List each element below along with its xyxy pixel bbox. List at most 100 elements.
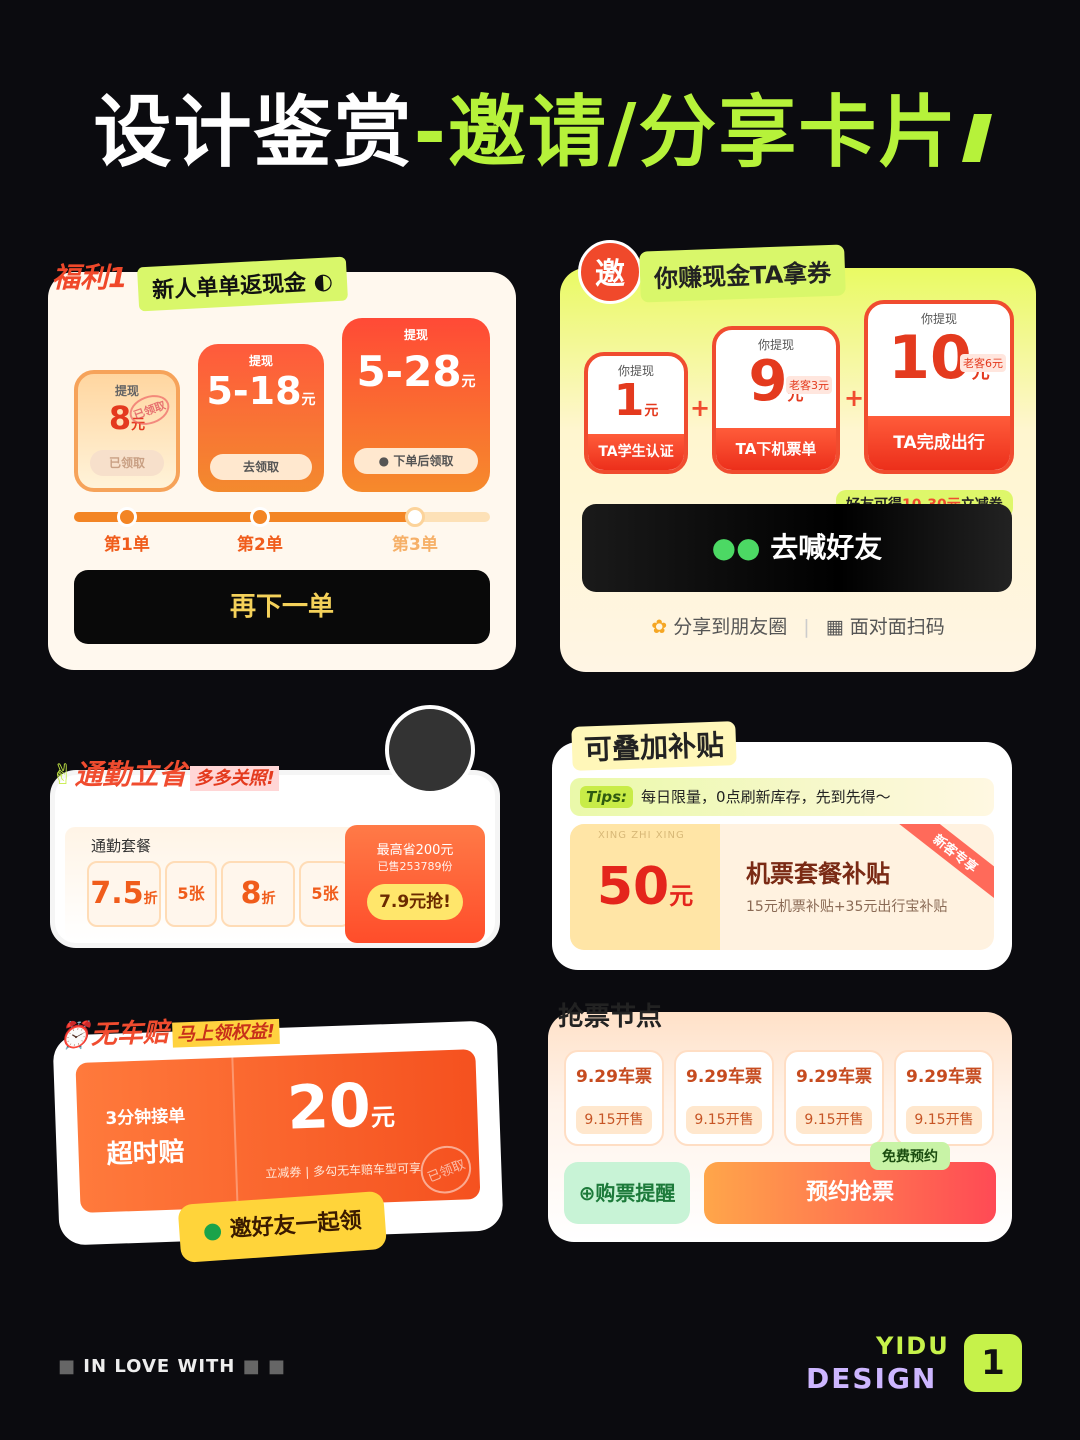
- remind-button[interactable]: ⊕购票提醒: [564, 1162, 690, 1224]
- wechat-icon: ●●: [711, 531, 761, 564]
- subsidy-card: 可叠加补贴 Tips: 每日限量，0点刷新库存，先到先得～ 50元 XING ZH…: [552, 721, 1012, 970]
- remind-label: 购票提醒: [595, 1181, 676, 1205]
- cashback-card: 福利1 新人单单返现金 ◐ 提现 8元 已领取 已领取 提现 5-18元 去领取…: [48, 256, 516, 670]
- subsidy-title: 机票套餐补贴: [746, 860, 890, 888]
- clock-icon: [250, 507, 270, 527]
- chip-3-unit: 折: [261, 891, 276, 907]
- footer-left: ■ IN LOVE WITH ■ ■: [58, 1356, 286, 1377]
- square-icon: ■: [58, 1356, 77, 1377]
- buy-button[interactable]: 7.9元抢!: [367, 884, 463, 920]
- subsidy-amount-value: 50: [596, 857, 670, 917]
- ticket-node-2[interactable]: 9.29车票 9.15开售: [674, 1050, 774, 1146]
- invite-together-label: 邀好友一起领: [228, 1208, 363, 1243]
- commute-tag: ✌通勤立省 多多关照!: [51, 753, 279, 793]
- reward-3-label: TA完成出行: [868, 416, 1010, 470]
- reward-card-3: 你提现 10元 老客6元 TA完成出行: [864, 300, 1014, 474]
- share-moments-link[interactable]: 分享到朋友圈: [673, 616, 787, 638]
- coupon-3-amount: 5-28: [356, 347, 462, 396]
- coupon-3-top: 提现: [403, 328, 428, 342]
- ticket-grab-tag: 抢票节点: [558, 1002, 663, 1032]
- no-car-amount-unit: 元: [370, 1102, 396, 1132]
- title-mark-icon: [962, 113, 993, 162]
- ticket-node-1[interactable]: 9.29车票 9.15开售: [564, 1050, 664, 1146]
- hand-icon: ✌: [51, 758, 75, 791]
- ghost-text: XING ZHI XING: [598, 830, 685, 841]
- step-1-label: 第1单: [104, 535, 150, 555]
- no-car-amount-value: 20: [285, 1070, 372, 1144]
- tips-bar: Tips: 每日限量，0点刷新库存，先到先得～: [570, 778, 994, 816]
- coupon-3-button-text: 下单后领取: [393, 454, 454, 468]
- tips-label: Tips:: [580, 786, 634, 808]
- coupon-1[interactable]: 提现 8元 已领取 已领取: [74, 370, 180, 492]
- coupon-1-amount: 8: [108, 399, 132, 437]
- sold-count: 已售253789份: [377, 860, 453, 873]
- brand-line-1: YIDU: [876, 1332, 950, 1360]
- coupon-3-button: ● 下单后领取: [354, 448, 478, 474]
- reserve-button[interactable]: 预约抢票: [704, 1162, 996, 1224]
- subsidy-desc: 15元机票补贴+35元出行宝补贴: [746, 899, 948, 915]
- step-3-dot: [405, 507, 425, 527]
- invite-card: 邀 你赚现金TA拿券 你提现 1元 TA学生认证 + 你提现 9元 老客3元 T…: [560, 240, 1036, 672]
- subsidy-tag: 可叠加补贴: [571, 721, 737, 771]
- chip-4-unit: 张: [322, 884, 339, 903]
- buy-panel[interactable]: 最高省200元 已售253789份 7.9元抢!: [345, 825, 485, 943]
- invite-tag: 你赚现金TA拿券: [639, 244, 846, 303]
- plus-icon: +: [690, 394, 711, 422]
- title-white: 设计鉴赏: [93, 88, 414, 178]
- ticket-node-4[interactable]: 9.29车票 9.15开售: [894, 1050, 994, 1146]
- discount-chip-2: 8折: [221, 861, 295, 927]
- commute-tag2: 多多关照!: [190, 766, 279, 791]
- no-car-card: ⏰无车赔 马上领权益! 3分钟接单 超时赔 20元 立减券 | 多勾无车赔车型可享…: [52, 1018, 504, 1264]
- avatar: [385, 705, 475, 795]
- progress-bar: [74, 507, 490, 527]
- claimed-stamp: 已领取: [413, 1138, 479, 1202]
- ticket-4-date: 9.29车票: [906, 1067, 982, 1087]
- page-title: 设计鉴赏-邀请/分享卡片: [0, 70, 1080, 182]
- call-friends-label: 去喊好友: [770, 531, 883, 564]
- no-car-desc: 立减券 | 多勾无车赔车型可享: [265, 1161, 422, 1181]
- left-line-2: 超时赔: [106, 1137, 186, 1170]
- no-car-amount: 20元: [286, 1070, 396, 1144]
- reward-2-amount: 9: [748, 349, 788, 414]
- reward-card-2: 你提现 9元 老客3元 TA下机票单: [712, 326, 840, 474]
- tips-text: 每日限量，0点刷新库存，先到先得～: [641, 788, 891, 806]
- step-2-label: 第2单: [237, 535, 283, 555]
- coupon-3-unit: 元: [461, 374, 476, 390]
- invite-badge: 邀: [578, 240, 642, 304]
- ticket-3-open: 9.15开售: [796, 1106, 872, 1134]
- subsidy-amount: 50元: [570, 824, 720, 950]
- coupon-2[interactable]: 提现 5-18元 去领取: [198, 344, 324, 492]
- commute-card: ✌通勤立省 多多关照! 通勤套餐 7.5折 5张 8折 5张 最高省200元 已售…: [50, 705, 500, 948]
- brand-logo-icon: 1: [964, 1334, 1022, 1392]
- ticket-1-date: 9.29车票: [576, 1067, 652, 1087]
- moments-icon[interactable]: ✿: [651, 616, 667, 638]
- count-chip-1: 5张: [165, 861, 217, 927]
- reward-2-extra: 老客3元: [786, 376, 832, 394]
- cashback-tag-text: 新人单单返现金: [151, 270, 307, 304]
- call-friends-button[interactable]: ●● 去喊好友: [582, 504, 1012, 592]
- ticket-node-3[interactable]: 9.29车票 9.15开售: [784, 1050, 884, 1146]
- face-scan-link[interactable]: 面对面扫码: [850, 616, 945, 638]
- chip-2-value: 5: [177, 884, 189, 903]
- subsidy-coupon[interactable]: 50元 XING ZHI XING 机票套餐补贴 15元机票补贴+35元出行宝补…: [570, 824, 994, 950]
- wechat-icon: ●: [202, 1218, 224, 1245]
- ticket-grab-card: 抢票节点 9.29车票 9.15开售 9.29车票 9.15开售 9.29车票 9.1…: [548, 1002, 1012, 1242]
- free-reserve-badge: 免费预约: [870, 1142, 950, 1170]
- title-green: -邀请/分享卡片: [413, 88, 959, 178]
- discount-chip-1: 7.5折: [87, 861, 161, 927]
- no-car-desc-1: 立减券: [265, 1165, 302, 1181]
- divider: [231, 1057, 239, 1208]
- square-icon: ■ ■: [242, 1356, 286, 1377]
- coupon-3[interactable]: 提现 5-28元 ● 下单后领取: [342, 318, 490, 492]
- chip-4-value: 5: [311, 884, 323, 903]
- order-again-button[interactable]: 再下一单: [74, 570, 490, 644]
- coupon-2-button[interactable]: 去领取: [210, 454, 312, 480]
- share-row: ✿ 分享到朋友圈 | ▦ 面对面扫码: [560, 612, 1036, 639]
- new-user-ribbon: 新客专享: [896, 824, 994, 903]
- brand-line-2: DESIGN: [806, 1362, 938, 1395]
- footer-left-text: IN LOVE WITH: [83, 1356, 236, 1377]
- ticket-1-open: 9.15开售: [576, 1106, 652, 1134]
- plus-circle-icon: ⊕: [578, 1181, 596, 1205]
- qr-icon[interactable]: ▦: [826, 616, 844, 638]
- count-chip-2: 5张: [299, 861, 351, 927]
